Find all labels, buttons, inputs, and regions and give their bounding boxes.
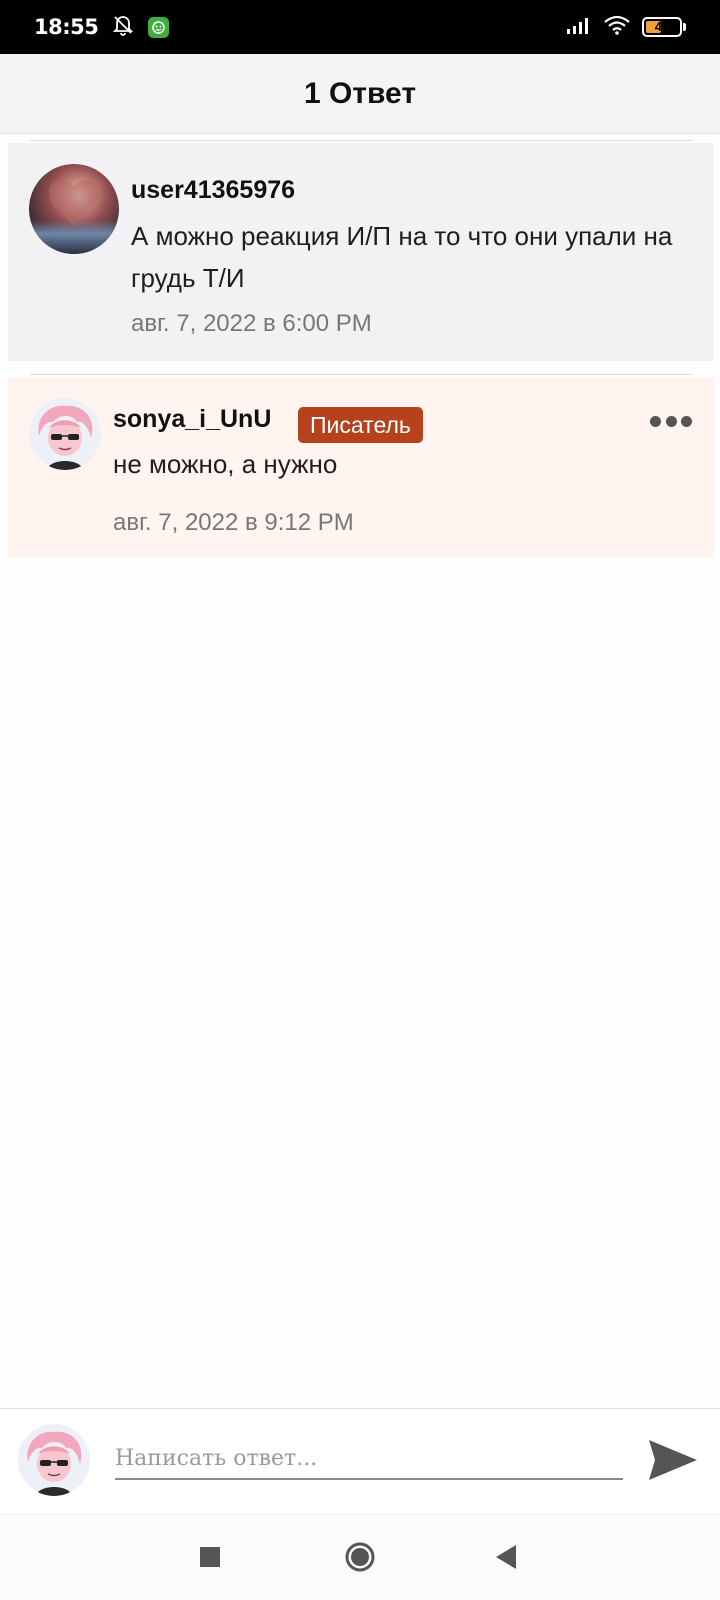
more-options-button[interactable] — [650, 411, 692, 431]
battery-body: 47 — [642, 17, 682, 37]
divider — [30, 374, 692, 375]
recents-square-icon — [200, 1547, 220, 1567]
home-button[interactable] — [344, 1541, 376, 1578]
home-circle-icon — [345, 1542, 375, 1572]
back-button[interactable] — [494, 1543, 518, 1576]
status-bar: 18:55 47 — [0, 0, 720, 54]
comment-text: А можно реакция И/П на то что они упали … — [131, 221, 673, 293]
dot-icon — [681, 415, 692, 427]
comment-username[interactable]: user41365976 — [131, 176, 295, 205]
battery-level: 47 — [654, 19, 670, 34]
my-avatar — [18, 1424, 90, 1496]
reply-text: не можно, а нужно — [113, 449, 338, 479]
send-button[interactable] — [645, 1432, 701, 1488]
header: 1 Ответ — [0, 54, 720, 134]
reply-item: sonya_i_UnU Писатель не можно, а нужно а… — [8, 377, 714, 557]
back-triangle-icon — [496, 1545, 516, 1569]
signal-icon — [566, 16, 592, 39]
dot-icon — [665, 415, 677, 427]
recents-button[interactable] — [198, 1545, 222, 1574]
comment-timestamp: авг. 7, 2022 в 6:00 PM — [131, 310, 372, 337]
status-time: 18:55 — [34, 15, 99, 39]
battery-tip — [683, 23, 686, 31]
mute-bell-icon — [112, 14, 134, 41]
reply-timestamp: авг. 7, 2022 в 9:12 PM — [113, 509, 354, 536]
writer-badge: Писатель — [298, 407, 423, 443]
app-notification-icon — [148, 16, 170, 38]
dot-icon — [650, 415, 661, 427]
status-left: 18:55 — [34, 14, 170, 41]
avatar[interactable] — [29, 398, 101, 470]
status-right: 47 — [566, 15, 686, 40]
avatar[interactable] — [29, 164, 119, 254]
send-icon — [649, 1440, 697, 1480]
page-title: 1 Ответ — [303, 76, 417, 110]
comment-item: user41365976 А можно реакция И/П на то ч… — [8, 143, 714, 361]
battery-icon: 47 — [642, 17, 686, 37]
divider — [30, 140, 692, 141]
system-nav-bar — [0, 1514, 720, 1600]
wifi-icon — [604, 15, 630, 40]
reply-input[interactable] — [115, 1438, 623, 1480]
reply-username[interactable]: sonya_i_UnU — [113, 405, 271, 434]
